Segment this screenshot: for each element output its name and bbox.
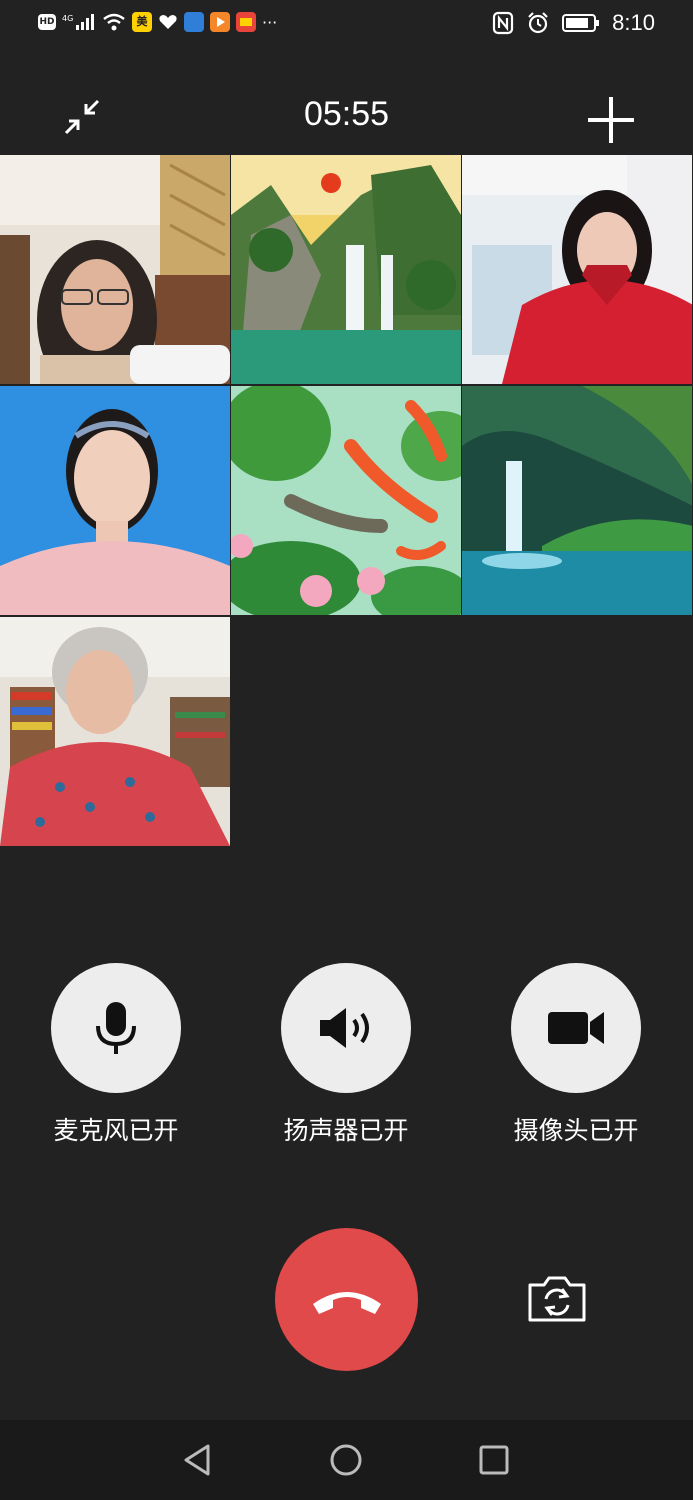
hangup-button[interactable] [275,1228,418,1371]
video-camera-icon [548,1012,604,1044]
clock-time: 8:10 [612,10,655,35]
participant-video-tile[interactable] [0,386,230,615]
status-right-icons: 8:10 [492,10,655,36]
recents-icon[interactable] [476,1442,512,1478]
speaker-control: 扬声器已开 [276,963,416,1147]
app-meituan-icon: 美 [132,12,152,32]
wifi-icon [103,13,125,31]
status-bar: HD 4G 美 ··· 8:10 [0,0,693,50]
participant-video-tile[interactable] [462,386,692,615]
alarm-icon [528,12,548,34]
mic-toggle-button[interactable] [51,963,181,1093]
camera-toggle-button[interactable] [511,963,641,1093]
switch-camera-icon[interactable] [526,1275,588,1323]
svg-text:4G: 4G [62,14,73,23]
participant-video-tile[interactable] [462,155,692,384]
status-left-icons: HD 4G 美 ··· [38,12,277,32]
speaker-toggle-button[interactable] [281,963,411,1093]
signal-4g-icon: 4G [62,14,94,30]
mic-control: 麦克风已开 [46,963,186,1147]
battery-icon [562,14,600,32]
more-dots-icon: ··· [262,12,278,32]
add-participant-icon[interactable] [584,93,638,147]
hd-icon: HD [38,14,56,30]
app-news-icon [184,12,204,32]
camera-control: 摄像头已开 [506,963,646,1147]
speaker-label: 扬声器已开 [283,1116,409,1145]
camera-label: 摄像头已开 [513,1116,639,1145]
app-gallery-icon [236,12,256,32]
participant-video-tile[interactable] [0,155,230,384]
system-nav-bar [0,1420,693,1500]
home-icon[interactable] [328,1442,364,1478]
phone-hangup-icon [312,1291,381,1314]
participant-video-tile[interactable] [0,617,230,846]
mic-label: 麦克风已开 [53,1116,179,1145]
nfc-icon [493,11,514,35]
app-video-icon [210,12,230,32]
call-header: 05:55 [0,85,693,150]
speaker-icon [320,1008,369,1048]
back-icon[interactable] [180,1442,216,1478]
heart-icon [159,15,177,29]
microphone-icon [96,1002,136,1054]
participant-video-tile[interactable] [231,386,461,615]
participant-video-tile[interactable] [231,155,461,384]
